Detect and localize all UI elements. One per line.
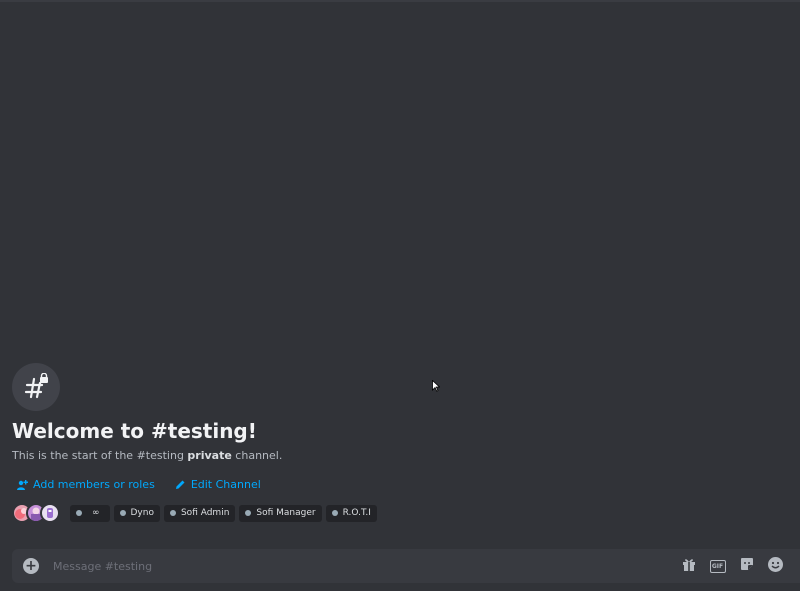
role-dot: [169, 510, 176, 516]
edit-channel-label: Edit Channel: [190, 478, 261, 491]
message-composer: + GIF: [12, 549, 800, 583]
avatar: [40, 503, 60, 523]
role-label: Sofi Manager: [256, 508, 316, 518]
gift-button[interactable]: [680, 558, 697, 575]
role-dot: [119, 510, 126, 516]
emoji-button[interactable]: [767, 556, 784, 577]
intro-text-start: This is the start of the #testing: [12, 449, 188, 462]
attach-plus-button[interactable]: +: [23, 558, 39, 574]
channel-actions: Add members or roles Edit Channel: [12, 478, 772, 491]
message-input[interactable]: [51, 555, 680, 577]
welcome-title: Welcome to #testing!: [12, 419, 257, 443]
intro-text-end: channel.: [231, 449, 283, 462]
add-members-button[interactable]: Add members or roles: [12, 478, 155, 491]
member-avatars[interactable]: [12, 503, 60, 523]
role-pill-roti[interactable]: R.O.T.I: [325, 504, 377, 522]
smiley-icon: [767, 556, 784, 577]
role-pill-sofi-manager[interactable]: Sofi Manager: [239, 504, 322, 522]
role-pill-sofi-admin[interactable]: Sofi Admin: [163, 504, 236, 522]
role-dot: [331, 510, 338, 516]
gift-icon: [681, 556, 697, 576]
role-label: R.O.T.I: [342, 508, 371, 518]
gif-icon: GIF: [709, 559, 726, 573]
message-composer-area: + GIF: [0, 545, 800, 591]
add-members-label: Add members or roles: [33, 478, 155, 491]
channel-members-row: ∞ Dyno Sofi Admin Sofi Manager R.O.T.I: [12, 503, 772, 523]
role-pill-infinity[interactable]: ∞: [70, 504, 110, 522]
intro-text-private: private: [187, 449, 232, 462]
gif-button[interactable]: GIF: [709, 558, 726, 575]
sticker-button[interactable]: [738, 558, 755, 575]
add-member-icon: [16, 479, 28, 491]
pencil-icon: [175, 479, 186, 490]
role-label: ∞: [92, 508, 100, 518]
message-area: Welcome to #testing! This is the start o…: [0, 0, 800, 545]
plus-icon: +: [25, 558, 37, 574]
sticker-icon: [739, 556, 755, 576]
role-dot: [245, 510, 252, 516]
channel-welcome: Welcome to #testing! This is the start o…: [12, 363, 772, 523]
hashtag-lock-icon: [12, 363, 60, 411]
role-label: Sofi Admin: [180, 508, 230, 518]
mouse-cursor-icon: [432, 377, 441, 396]
welcome-subtitle: This is the start of the #testing privat…: [12, 448, 772, 464]
role-dot: [76, 510, 82, 516]
role-label: Dyno: [130, 508, 154, 518]
composer-tools: GIF: [680, 556, 784, 577]
edit-channel-button[interactable]: Edit Channel: [171, 478, 261, 491]
role-pill-dyno[interactable]: Dyno: [113, 504, 160, 522]
